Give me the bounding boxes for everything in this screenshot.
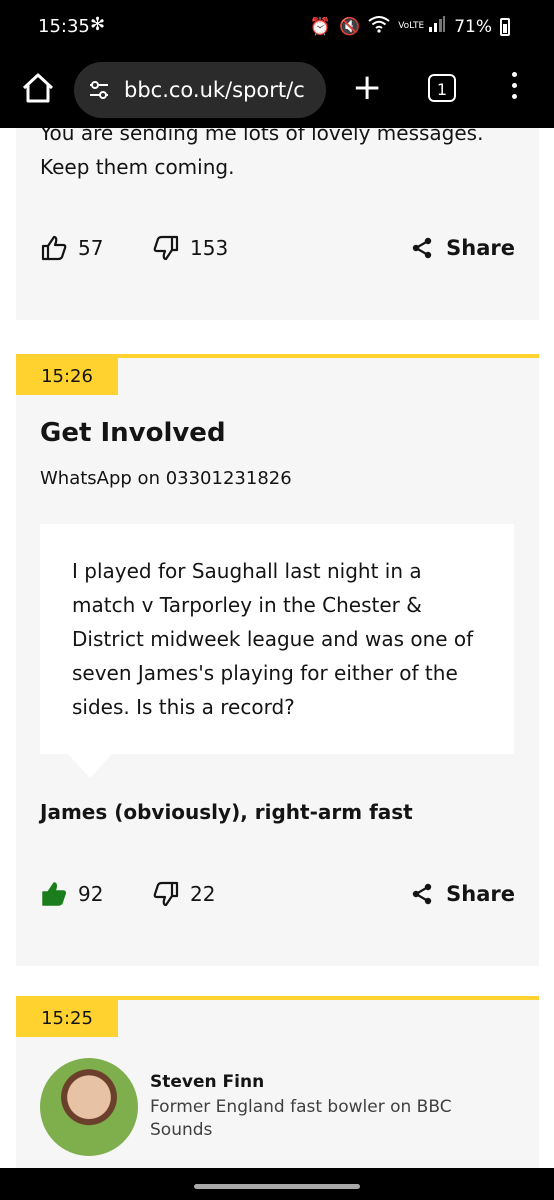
thumbs-down-icon — [153, 235, 179, 261]
mute-icon: 🔇 — [339, 16, 361, 37]
like-button[interactable]: 57 — [40, 228, 103, 268]
home-icon[interactable] — [20, 70, 56, 106]
home-gesture-handle[interactable] — [194, 1184, 360, 1189]
quote-text: I played for Saughall last night in a ma… — [72, 559, 474, 719]
address-bar[interactable]: bbc.co.uk/sport/c — [74, 62, 326, 118]
new-tab-button[interactable]: + — [352, 70, 382, 106]
thumbs-up-icon — [41, 235, 67, 261]
volte-icon: VoLTE — [398, 21, 425, 31]
battery-percent: 71% — [454, 16, 492, 37]
post-subtitle: WhatsApp on 03301231826 — [40, 468, 292, 489]
dislike-button[interactable]: 153 — [152, 228, 228, 268]
contributor-role: Former England fast bowler on BBC Sounds — [150, 1097, 452, 1140]
thumbs-up-filled-icon — [42, 882, 66, 906]
share-label[interactable]: Share — [446, 882, 515, 906]
post-title: Get Involved — [40, 418, 226, 448]
quote-bubble: I played for Saughall last night in a ma… — [40, 524, 514, 778]
contributor-name: Steven Finn — [150, 1072, 265, 1092]
fan-icon: ✻ — [90, 14, 106, 35]
like-count: 92 — [78, 882, 104, 906]
tab-switcher-button[interactable]: 1 — [428, 74, 456, 102]
battery-icon — [500, 17, 510, 36]
live-feed: You are sending me lots of lovely messag… — [0, 128, 554, 1168]
wifi-icon — [368, 15, 390, 38]
contributor-avatar — [40, 1058, 138, 1156]
dislike-count: 22 — [190, 882, 216, 906]
system-nav-bar — [0, 1168, 554, 1200]
post-actions: 92 22 Share — [40, 874, 515, 914]
quote-author: James (obviously), right-arm fast — [40, 800, 413, 824]
thumbs-down-icon — [153, 881, 179, 907]
share-label[interactable]: Share — [446, 236, 515, 260]
site-settings-icon[interactable] — [88, 79, 110, 101]
post-card: 15:26 Get Involved WhatsApp on 033012318… — [16, 354, 539, 966]
post-text: You are sending me lots of lovely messag… — [40, 128, 484, 179]
browser-toolbar: bbc.co.uk/sport/c + 1 — [0, 56, 554, 128]
status-bar: 15:35 ✻ ⏰ 🔇 VoLTE 71% — [0, 0, 554, 56]
share-button[interactable]: Share — [410, 228, 515, 268]
post-actions: 57 153 Share — [40, 228, 515, 268]
status-icons: ⏰ 🔇 VoLTE 71% — [310, 15, 510, 38]
dislike-button[interactable]: 22 — [152, 874, 215, 914]
share-button[interactable]: Share — [410, 874, 515, 914]
post-timestamp: 15:25 — [16, 1000, 118, 1037]
quote-tail — [68, 754, 112, 778]
url-text[interactable]: bbc.co.uk/sport/c — [124, 78, 320, 102]
dislike-count: 153 — [190, 236, 229, 260]
status-time: 15:35 — [38, 16, 90, 37]
post-card: 15:25 Steven Finn Former England fast bo… — [16, 996, 539, 1168]
alarm-icon: ⏰ — [309, 16, 332, 37]
share-icon — [412, 237, 432, 259]
like-count: 57 — [78, 236, 104, 260]
like-button[interactable]: 92 — [40, 874, 103, 914]
post-card: You are sending me lots of lovely messag… — [16, 128, 539, 320]
post-timestamp: 15:26 — [16, 358, 118, 395]
share-icon — [412, 883, 432, 905]
signal-icon — [428, 16, 446, 37]
more-menu-icon[interactable] — [510, 72, 518, 104]
